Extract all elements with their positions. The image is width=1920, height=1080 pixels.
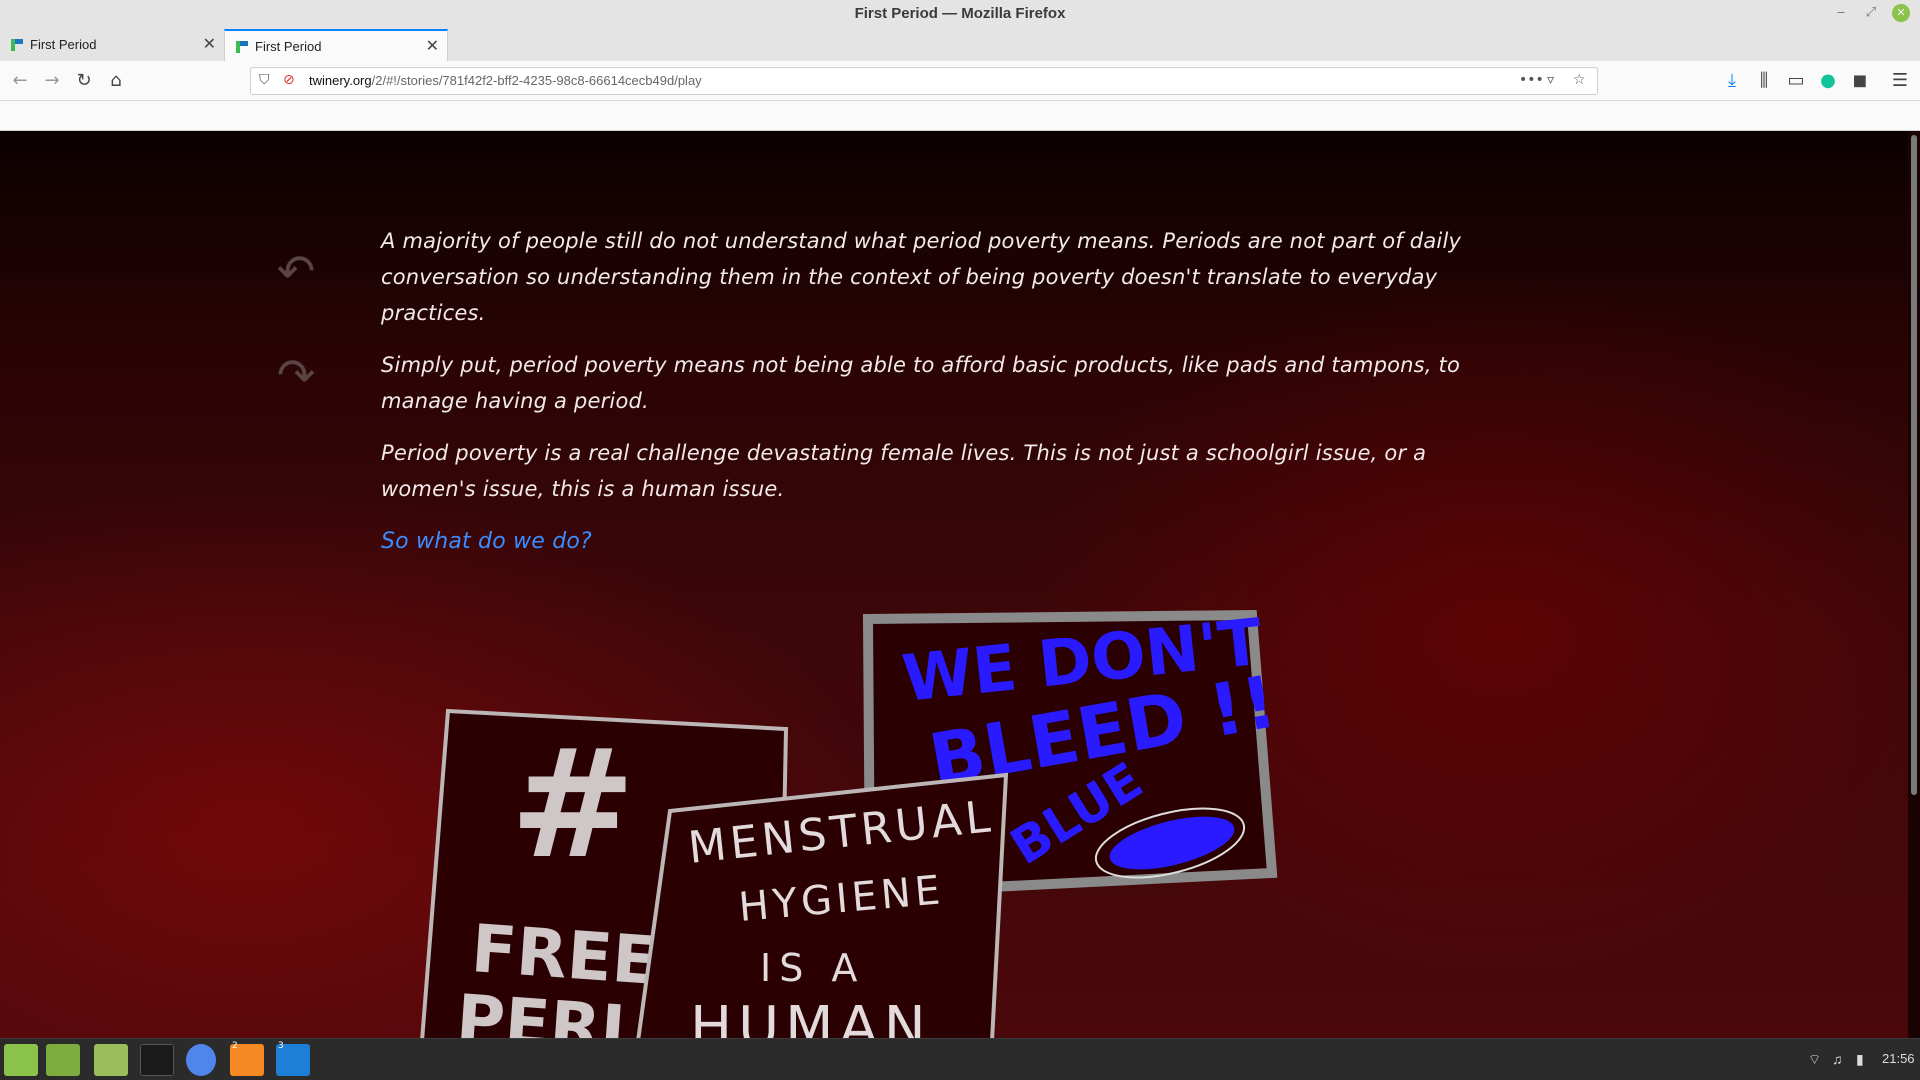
passage-paragraph-2: Simply put, period poverty means not bei… (381, 353, 1461, 413)
title-bar: First Period — Mozilla Firefox ‒ ⤢ ✕ (0, 0, 1920, 29)
home-button[interactable]: ⌂ (104, 69, 128, 93)
navigation-toolbar: ← → ↻ ⌂ ⛉ ⊘ twinery.org/2/#!/stories/781… (0, 61, 1920, 101)
sign2-line4: HUMAN (690, 995, 932, 1038)
tab-first-period-1[interactable]: First Period ✕ (0, 29, 224, 61)
reload-button[interactable]: ↻ (72, 69, 96, 93)
vscode-window-count: 3 (278, 1041, 284, 1051)
taskbar: 2 3 ⌔ ♫ ▮ 21:56 (0, 1038, 1920, 1080)
vscode-icon[interactable]: 3 (276, 1041, 310, 1076)
story-link[interactable]: So what do we do? (381, 529, 592, 554)
firefox-taskbar-icon[interactable]: 2 (230, 1041, 264, 1076)
undo-arrow-icon[interactable]: ↶ (268, 248, 324, 294)
tab-first-period-2[interactable]: First Period ✕ (224, 29, 448, 61)
protest-signs-illustration: WE DON'T BLEED !! BLUE # FREE PERI MENST… (420, 606, 1282, 1038)
terminal-icon[interactable] (140, 1044, 174, 1076)
redo-arrow-icon[interactable]: ↷ (268, 352, 324, 398)
sign2-line3: IS A (760, 946, 865, 990)
downloads-icon[interactable]: ⤓ (1720, 69, 1744, 93)
pocket-icon[interactable]: ▿ (1547, 72, 1554, 88)
hamburger-menu-icon[interactable]: ☰ (1888, 69, 1912, 93)
show-desktop-icon[interactable] (46, 1044, 80, 1076)
maximize-button[interactable]: ⤢ (1862, 4, 1880, 22)
close-tab-icon[interactable]: ✕ (426, 36, 439, 56)
tab-label: First Period (30, 37, 97, 52)
firefox-window-count: 2 (232, 1041, 238, 1051)
scrollbar-thumb[interactable] (1911, 135, 1917, 795)
story-page: ↶ ↷ A majority of people still do not un… (0, 131, 1908, 1038)
shield-icon[interactable]: ⛉ (259, 72, 270, 88)
back-button[interactable]: ← (8, 69, 32, 93)
firefox-window: First Period — Mozilla Firefox ‒ ⤢ ✕ Fir… (0, 0, 1920, 1038)
page-actions-icon[interactable]: ••• (1519, 72, 1544, 88)
clock[interactable]: 21:56 (1882, 1051, 1915, 1066)
twine-favicon-icon (11, 39, 23, 51)
extension-icon[interactable]: ◼ (1848, 69, 1872, 93)
bookmarks-toolbar (0, 101, 1920, 131)
sign-menstrual-hygiene: MENSTRUAL HYGIENE IS A HUMAN (636, 772, 1009, 1038)
grammarly-icon[interactable]: ● (1816, 69, 1840, 93)
passage-paragraph-1: A majority of people still do not unders… (381, 229, 1462, 325)
battery-icon[interactable]: ▮ (1856, 1051, 1864, 1068)
url-host: twinery.org (309, 73, 372, 88)
files-icon[interactable] (94, 1044, 128, 1076)
twine-favicon-icon (236, 41, 248, 53)
minimize-button[interactable]: ‒ (1832, 4, 1850, 22)
mint-menu-icon[interactable] (4, 1044, 38, 1076)
close-window-button[interactable]: ✕ (1892, 4, 1910, 22)
wifi-icon[interactable]: ⌔ (1808, 1051, 1821, 1069)
passage-paragraph-3: Period poverty is a real challenge devas… (381, 441, 1427, 501)
tab-strip: First Period ✕ First Period ✕ + (0, 29, 1920, 85)
url-bar[interactable]: ⛉ ⊘ twinery.org/2/#!/stories/781f42f2-bf… (250, 67, 1598, 95)
chromium-icon[interactable] (186, 1044, 216, 1076)
story-passage: A majority of people still do not unders… (381, 223, 1521, 560)
sound-icon[interactable]: ♫ (1832, 1051, 1843, 1067)
forward-button[interactable]: → (40, 69, 64, 93)
page-scrollbar[interactable] (1908, 131, 1920, 1038)
window-title: First Period — Mozilla Firefox (854, 5, 1066, 22)
library-icon[interactable]: ⫼ (1752, 69, 1776, 93)
url-path: /2/#!/stories/781f42f2-bff2-4235-98c8-66… (371, 73, 702, 88)
url-text[interactable]: twinery.org/2/#!/stories/781f42f2-bff2-4… (309, 73, 702, 88)
insecure-lock-icon[interactable]: ⊘ (283, 72, 295, 88)
sign1-hash: # (510, 718, 636, 892)
tab-label: First Period (255, 39, 322, 54)
bookmark-star-icon[interactable]: ☆ (1573, 72, 1586, 88)
sidebar-icon[interactable]: ▭ (1784, 69, 1808, 93)
close-tab-icon[interactable]: ✕ (203, 34, 216, 54)
